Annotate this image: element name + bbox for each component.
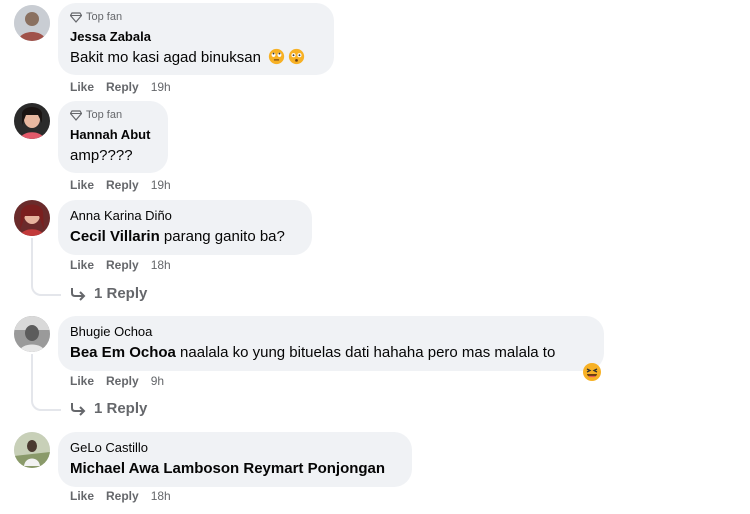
like-button[interactable]: Like (70, 258, 94, 272)
reply-button[interactable]: Reply (106, 489, 139, 503)
comment-bubble: Bhugie Ochoa Bea Em Ochoa naalala ko yun… (58, 316, 604, 371)
comment-text: Michael Awa Lamboson Reymart Ponjongan (70, 459, 400, 479)
comment-text: Bea Em Ochoa naalala ko yung bituelas da… (70, 343, 592, 363)
avatar[interactable] (14, 200, 50, 236)
comment-actions: Like Reply 9h (70, 374, 164, 388)
comment-author[interactable]: Jessa Zabala (70, 28, 322, 45)
timestamp[interactable]: 19h (151, 178, 171, 192)
avatar[interactable] (14, 103, 50, 139)
comment-author[interactable]: Hannah Abut (70, 126, 156, 143)
rolling-eyes-emoji-icon (268, 48, 285, 65)
mention-link[interactable]: Bea Em Ochoa (70, 344, 176, 361)
thread-connector (31, 238, 61, 296)
comment-bubble: Anna Karina Diño Cecil Villarin parang g… (58, 200, 312, 255)
comment-actions: Like Reply 18h (70, 489, 171, 503)
comment-body: naalala ko yung bituelas dati hahaha per… (175, 344, 556, 361)
like-button[interactable]: Like (70, 489, 94, 503)
reply-button[interactable]: Reply (106, 258, 139, 272)
like-button[interactable]: Like (70, 178, 94, 192)
top-fan-badge[interactable]: Top fan (70, 10, 322, 24)
comment-actions: Like Reply 19h (70, 178, 171, 192)
comment-author[interactable]: Anna Karina Diño (70, 207, 300, 224)
badge-label: Top fan (86, 11, 123, 23)
comment-author[interactable]: GeLo Castillo (70, 439, 400, 456)
comment-text: Cecil Villarin parang ganito ba? (70, 227, 300, 247)
replies-count: 1 Reply (94, 400, 148, 417)
timestamp[interactable]: 18h (151, 258, 171, 272)
view-replies-button[interactable]: 1 Reply (70, 285, 147, 302)
comment-bubble: Top fan Hannah Abut amp???? (58, 101, 168, 173)
flushed-emoji-icon (288, 48, 305, 65)
reply-button[interactable]: Reply (106, 374, 139, 388)
thread-connector (31, 354, 61, 411)
comment-actions: Like Reply 18h (70, 258, 171, 272)
reply-button[interactable]: Reply (106, 178, 139, 192)
laughing-emoji-icon (583, 363, 601, 381)
badge-label: Top fan (86, 109, 123, 121)
avatar[interactable] (14, 316, 50, 352)
comment-bubble: Top fan Jessa Zabala Bakit mo kasi agad … (58, 3, 334, 75)
comment-actions: Like Reply 19h (70, 80, 171, 94)
reply-button[interactable]: Reply (106, 80, 139, 94)
avatar[interactable] (14, 432, 50, 468)
replies-count: 1 Reply (94, 285, 148, 302)
comment-body: Bakit mo kasi agad binuksan (70, 49, 261, 66)
diamond-icon (70, 110, 82, 121)
like-button[interactable]: Like (70, 80, 94, 94)
comment-text: Bakit mo kasi agad binuksan (70, 48, 322, 68)
like-button[interactable]: Like (70, 374, 94, 388)
timestamp[interactable]: 9h (151, 374, 164, 388)
comment-body: parang ganito ba? (159, 228, 285, 245)
comment-author[interactable]: Bhugie Ochoa (70, 323, 592, 340)
timestamp[interactable]: 19h (151, 80, 171, 94)
top-fan-badge[interactable]: Top fan (70, 108, 156, 122)
view-replies-button[interactable]: 1 Reply (70, 400, 147, 417)
reply-arrow-icon (71, 402, 86, 416)
diamond-icon (70, 12, 82, 23)
mention-link[interactable]: Cecil Villarin (70, 228, 160, 245)
avatar[interactable] (14, 5, 50, 41)
comment-text: amp???? (70, 147, 133, 164)
mention-link[interactable]: Michael Awa Lamboson Reymart Ponjongan (70, 460, 385, 477)
comment-bubble: GeLo Castillo Michael Awa Lamboson Reyma… (58, 432, 412, 487)
timestamp[interactable]: 18h (151, 489, 171, 503)
reply-arrow-icon (71, 287, 86, 301)
